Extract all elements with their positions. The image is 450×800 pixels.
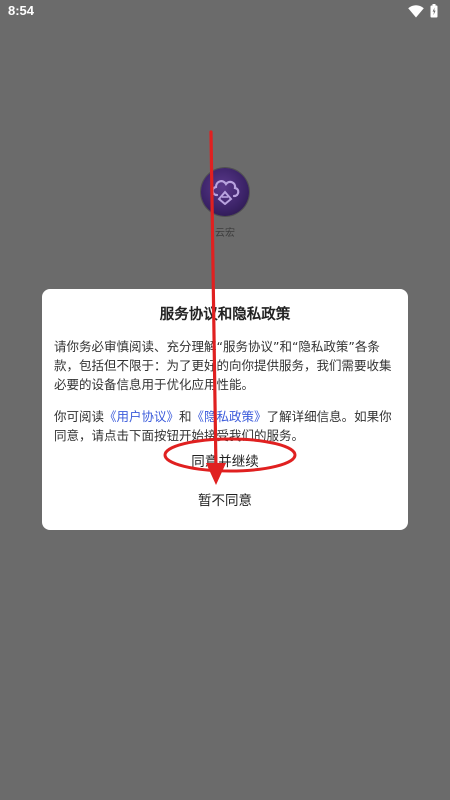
privacy-policy-link[interactable]: 《隐私政策》 <box>192 409 267 424</box>
battery-icon <box>430 4 438 18</box>
dialog-body: 请你务必审慎阅读、充分理解“服务协议”和“隐私政策”各条款，包括但不限于：为了更… <box>54 337 398 445</box>
paragraph-and-text: 和 <box>179 409 192 424</box>
app-icon[interactable] <box>201 168 249 216</box>
user-agreement-link[interactable]: 《用户协议》 <box>104 409 179 424</box>
status-icons <box>408 4 438 18</box>
cloud-logo-icon <box>208 175 242 209</box>
status-bar: 8:54 <box>0 0 450 22</box>
app-label: 云宏 <box>215 228 235 239</box>
privacy-dialog: 服务协议和隐私政策 请你务必审慎阅读、充分理解“服务协议”和“隐私政策”各条款，… <box>42 289 408 530</box>
wifi-icon <box>408 4 424 18</box>
dialog-paragraph-links: 你可阅读《用户协议》和《隐私政策》了解详细信息。如果你同意，请点击下面按钮开始接… <box>54 407 398 445</box>
disagree-button[interactable]: 暂不同意 <box>165 487 285 515</box>
dialog-title: 服务协议和隐私政策 <box>159 307 291 323</box>
dialog-paragraph-terms: 请你务必审慎阅读、充分理解“服务协议”和“隐私政策”各条款，包括但不限于：为了更… <box>54 339 392 392</box>
status-time: 8:54 <box>8 3 35 18</box>
agree-button[interactable]: 同意并继续 <box>165 448 285 476</box>
paragraph-prefix-text: 你可阅读 <box>54 409 105 424</box>
